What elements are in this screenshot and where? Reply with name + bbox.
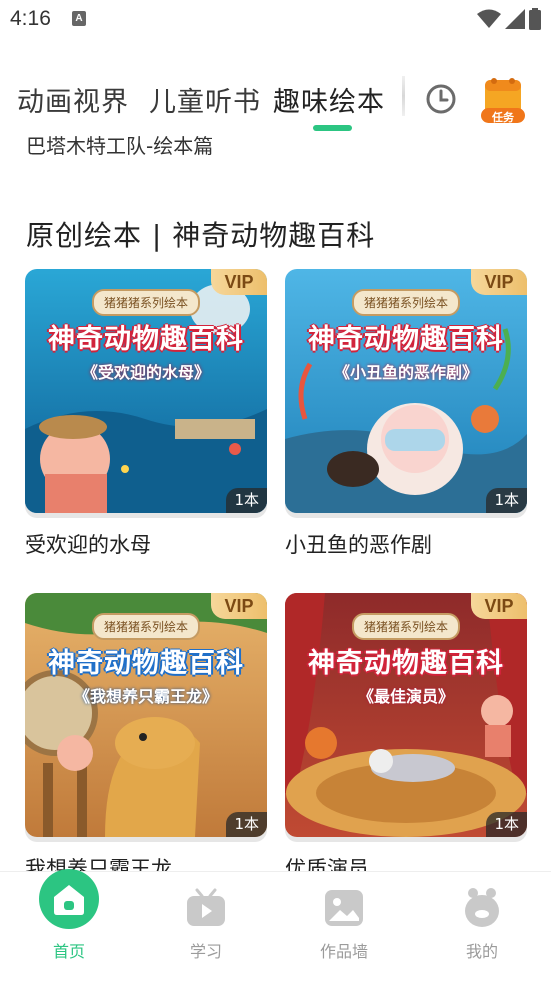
- active-tab-indicator: [313, 125, 352, 131]
- picture-icon: [325, 890, 363, 926]
- cover-subtitle: 《受欢迎的水母》: [81, 363, 210, 382]
- battery-icon: [529, 8, 541, 30]
- cover-title: 神奇动物趣百科: [48, 324, 244, 355]
- book-card[interactable]: 猪猪猪系列绘本 神奇动物趣百科 《最佳演员》 VIP 1本 优质演员: [285, 593, 527, 871]
- nav-label: 学习: [189, 942, 222, 961]
- tab-animation[interactable]: 动画视界: [17, 80, 129, 119]
- book-title: 小丑鱼的恶作剧: [285, 533, 432, 557]
- status-time: 4:16: [10, 7, 51, 30]
- book-cover[interactable]: 猪猪猪系列绘本 神奇动物趣百科 《受欢迎的水母》 VIP 1本: [25, 269, 267, 513]
- book-count-badge: 1本: [486, 488, 527, 513]
- book-card[interactable]: 猪猪猪系列绘本 神奇动物趣百科 《受欢迎的水母》 VIP 1本 受欢迎的水母: [25, 269, 267, 559]
- status-bar: 4:16 A: [0, 0, 551, 40]
- nav-item-gallery[interactable]: 作品墙: [275, 872, 413, 981]
- category-tabs: 动画视界 儿童听书 趣味绘本 任务: [0, 68, 551, 136]
- tab-audiobooks[interactable]: 儿童听书: [149, 80, 261, 119]
- vip-badge: VIP: [211, 593, 267, 619]
- nav-item-home[interactable]: 首页: [0, 869, 138, 981]
- nav-label: 作品墙: [319, 942, 368, 961]
- vip-badge: VIP: [471, 269, 527, 295]
- nav-item-profile[interactable]: 我的: [413, 872, 551, 981]
- history-button[interactable]: [424, 82, 458, 116]
- home-icon: [39, 869, 99, 929]
- task-button[interactable]: 任务: [478, 74, 528, 124]
- nav-item-study[interactable]: 学习: [137, 872, 275, 981]
- book-count-badge: 1本: [226, 812, 267, 837]
- cover-subtitle: 《最佳演员》: [357, 687, 454, 706]
- book-cover[interactable]: 猪猪猪系列绘本 神奇动物趣百科 《小丑鱼的恶作剧》 VIP 1本: [285, 269, 527, 513]
- tv-icon: [187, 888, 225, 926]
- book-cover[interactable]: 猪猪猪系列绘本 神奇动物趣百科 《我想养只霸王龙》 VIP 1本: [25, 593, 267, 837]
- book-count-badge: 1本: [226, 488, 267, 513]
- bottom-navigation: 首页 学习 作品墙 我的: [0, 869, 551, 981]
- vip-badge: VIP: [211, 269, 267, 295]
- signal-icon: [505, 9, 525, 29]
- content-area: 巴塔木特工队-绘本篇 原创绘本 | 神奇动物趣百科 猪猪猪系列绘本 神奇动物趣百…: [0, 136, 551, 871]
- cover-series-label: 猪猪猪系列绘本: [351, 613, 461, 640]
- tab-divider: [402, 76, 405, 116]
- book-card[interactable]: 猪猪猪系列绘本 神奇动物趣百科 《我想养只霸王龙》 VIP 1本 我想养只霸王龙: [25, 593, 267, 871]
- status-icons: [477, 8, 541, 30]
- cover-series-label: 猪猪猪系列绘本: [351, 289, 461, 316]
- task-label: 任务: [492, 111, 514, 124]
- cover-title: 神奇动物趣百科: [48, 648, 244, 679]
- vip-badge: VIP: [471, 593, 527, 619]
- cover-title: 神奇动物趣百科: [308, 648, 504, 679]
- book-card[interactable]: 猪猪猪系列绘本 神奇动物趣百科 《小丑鱼的恶作剧》 VIP 1本 小丑鱼的恶作剧: [285, 269, 527, 559]
- book-title: 受欢迎的水母: [25, 533, 151, 557]
- nav-label: 首页: [52, 942, 85, 961]
- cover-subtitle: 《我想养只霸王龙》: [73, 687, 218, 706]
- cover-subtitle: 《小丑鱼的恶作剧》: [333, 363, 478, 382]
- tab-picture-books[interactable]: 趣味绘本: [273, 80, 385, 119]
- section-title: 原创绘本 | 神奇动物趣百科: [26, 219, 376, 252]
- nav-label: 我的: [465, 942, 498, 961]
- cover-series-label: 猪猪猪系列绘本: [91, 289, 201, 316]
- book-count-badge: 1本: [486, 812, 527, 837]
- wifi-icon: [477, 9, 501, 28]
- notification-icon: A: [72, 11, 86, 26]
- book-title: 优质演员: [285, 857, 369, 871]
- previous-section-title: 巴塔木特工队-绘本篇: [26, 136, 214, 158]
- book-cover[interactable]: 猪猪猪系列绘本 神奇动物趣百科 《最佳演员》 VIP 1本: [285, 593, 527, 837]
- profile-icon: [465, 888, 499, 927]
- clock-icon: [426, 84, 456, 114]
- cover-series-label: 猪猪猪系列绘本: [91, 613, 201, 640]
- cover-title: 神奇动物趣百科: [308, 324, 504, 355]
